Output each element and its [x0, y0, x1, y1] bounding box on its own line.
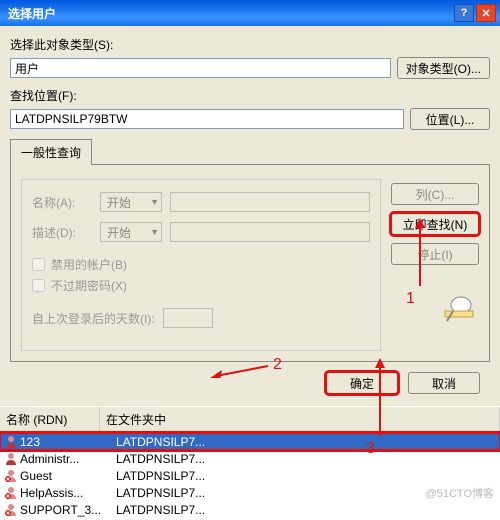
user-disabled-icon: [4, 486, 18, 500]
row-name: Guest: [20, 469, 116, 483]
desc-input[interactable]: [170, 222, 370, 242]
help-button[interactable]: ?: [454, 4, 474, 22]
table-row[interactable]: GuestLATDPNSILP7...: [0, 467, 500, 484]
row-folder: LATDPNSILP7...: [116, 435, 496, 449]
columns-button[interactable]: 列(C)...: [391, 183, 479, 205]
user-icon: [4, 452, 18, 466]
stop-button[interactable]: 停止(I): [391, 243, 479, 265]
name-label: 名称(A):: [32, 194, 92, 211]
days-label: 自上次登录后的天数(I):: [32, 310, 155, 327]
row-name: 123: [20, 435, 116, 449]
object-type-input[interactable]: [10, 58, 391, 78]
row-folder: LATDPNSILP7...: [116, 452, 496, 466]
object-type-button[interactable]: 对象类型(O)...: [397, 57, 490, 79]
name-combo[interactable]: 开始 ▼: [100, 192, 162, 212]
results-list[interactable]: 123LATDPNSILP7...Administr...LATDPNSILP7…: [0, 433, 500, 518]
user-icon: [4, 435, 18, 449]
no-expire-checkbox[interactable]: [32, 279, 45, 292]
location-input[interactable]: [10, 109, 404, 129]
tab-panel: 名称(A): 开始 ▼ 描述(D): 开始 ▼: [10, 164, 490, 362]
side-buttons: 列(C)... 立即查找(N) 停止(I): [391, 179, 479, 351]
results-header: 名称 (RDN) 在文件夹中: [0, 406, 500, 433]
name-combo-value: 开始: [107, 194, 131, 211]
object-type-label: 选择此对象类型(S):: [10, 36, 490, 53]
window-title: 选择用户: [8, 5, 454, 22]
close-button[interactable]: ✕: [476, 4, 496, 22]
titlebar-buttons: ? ✕: [454, 4, 496, 22]
no-expire-label: 不过期密码(X): [51, 277, 127, 294]
header-name[interactable]: 名称 (RDN): [0, 407, 100, 432]
desc-combo-value: 开始: [107, 224, 131, 241]
ok-button[interactable]: 确定: [326, 372, 398, 394]
days-spinner[interactable]: [163, 308, 213, 328]
chevron-down-icon: ▼: [150, 227, 159, 237]
table-row[interactable]: SUPPORT_3...LATDPNSILP7...: [0, 501, 500, 518]
dialog-content: 选择此对象类型(S): 对象类型(O)... 查找位置(F): 位置(L)...…: [0, 26, 500, 406]
location-label: 查找位置(F):: [10, 87, 490, 104]
row-folder: LATDPNSILP7...: [116, 469, 496, 483]
desc-combo[interactable]: 开始 ▼: [100, 222, 162, 242]
row-name: Administr...: [20, 452, 116, 466]
query-fields-group: 名称(A): 开始 ▼ 描述(D): 开始 ▼: [21, 179, 381, 351]
table-row[interactable]: 123LATDPNSILP7...: [0, 433, 500, 450]
desc-label: 描述(D):: [32, 224, 92, 241]
location-button[interactable]: 位置(L)...: [410, 108, 490, 130]
name-input[interactable]: [170, 192, 370, 212]
header-folder[interactable]: 在文件夹中: [100, 407, 500, 432]
tab-general-query[interactable]: 一般性查询: [10, 139, 92, 165]
chevron-down-icon: ▼: [150, 197, 159, 207]
row-name: HelpAssis...: [20, 486, 116, 500]
disabled-accounts-checkbox[interactable]: [32, 258, 45, 271]
search-scan-icon: [439, 293, 479, 325]
watermark: @51CTO博客: [426, 485, 494, 501]
user-disabled-icon: [4, 469, 18, 483]
find-now-button[interactable]: 立即查找(N): [391, 213, 479, 235]
table-row[interactable]: Administr...LATDPNSILP7...: [0, 450, 500, 467]
titlebar: 选择用户 ? ✕: [0, 0, 500, 26]
cancel-button[interactable]: 取消: [408, 372, 480, 394]
disabled-accounts-label: 禁用的帐户(B): [51, 256, 127, 273]
